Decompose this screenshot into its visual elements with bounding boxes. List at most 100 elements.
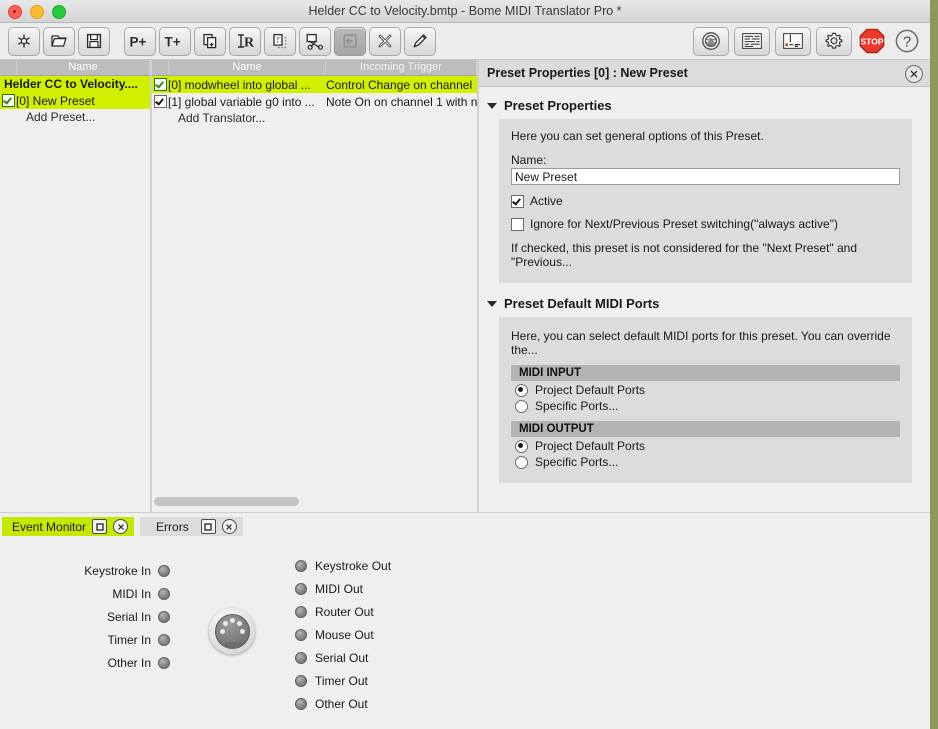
- tab-event-monitor-label: Event Monitor: [12, 519, 87, 534]
- translator-row-label-1: [1] global variable g0 into ...: [168, 94, 315, 109]
- main-toolbar: P+ T+ R STOP ?: [0, 23, 930, 60]
- properties-panel: Preset Properties [0] : New Preset Prese…: [479, 60, 930, 512]
- midi-input-radio-1[interactable]: [515, 399, 528, 413]
- midi-input-option-0[interactable]: Project Default Ports: [511, 381, 900, 397]
- monitor-icon: [783, 33, 803, 49]
- paste-button[interactable]: [334, 26, 366, 56]
- project-row[interactable]: Helder CC to Velocity....: [0, 76, 150, 92]
- properties-close-button[interactable]: [905, 65, 923, 83]
- insert-rule-button[interactable]: R: [229, 26, 261, 56]
- maximize-window-button[interactable]: [52, 5, 66, 19]
- presets-col-name[interactable]: Name: [17, 60, 150, 75]
- indicator-mouse-out: Mouse Out: [295, 623, 495, 646]
- led-timer-in: [158, 633, 170, 646]
- midi-ports-button[interactable]: [693, 26, 729, 56]
- open-project-button[interactable]: [43, 26, 75, 56]
- minimize-window-button[interactable]: [30, 5, 44, 19]
- bottom-tabbar: Event Monitor Errors: [0, 513, 930, 537]
- midi-output-option-1[interactable]: Specific Ports...: [511, 453, 900, 469]
- delete-button[interactable]: [369, 26, 401, 56]
- indicator-keystroke-in-label: Keystroke In: [84, 563, 151, 578]
- event-monitor-close-button[interactable]: [113, 519, 129, 534]
- translator-row-0[interactable]: [0] modwheel into global ... Control Cha…: [152, 76, 477, 93]
- midi-input-label-0: Project Default Ports: [535, 383, 646, 397]
- event-monitor-float-button[interactable]: [92, 519, 108, 534]
- presets-column-header: Name: [0, 60, 150, 76]
- errors-close-button[interactable]: [221, 519, 237, 534]
- scrollbar-thumb[interactable]: [154, 497, 299, 506]
- led-other-in: [158, 656, 170, 669]
- toolbar-right-group: STOP ?: [693, 26, 922, 56]
- preset-ignore-checkbox[interactable]: [511, 217, 524, 231]
- translators-col-check[interactable]: [152, 60, 169, 75]
- translator-enabled-checkbox-1[interactable]: [152, 95, 168, 108]
- indicator-other-in: Other In: [0, 651, 170, 674]
- presets-panel: Name Helder CC to Velocity.... [0] New P…: [0, 60, 152, 512]
- settings-button[interactable]: [816, 26, 852, 56]
- section-preset-properties-box: Here you can set general options of this…: [499, 119, 912, 283]
- midi-output-band: MIDI OUTPUT: [511, 421, 900, 437]
- tab-event-monitor[interactable]: Event Monitor: [2, 517, 135, 536]
- preset-active-row[interactable]: Active: [511, 194, 900, 208]
- indicator-midi-in-label: MIDI In: [112, 586, 151, 601]
- preset-active-checkbox[interactable]: [511, 194, 524, 208]
- midi-output-option-0[interactable]: Project Default Ports: [511, 437, 900, 453]
- pencil-icon: [413, 34, 427, 48]
- add-translator-row[interactable]: Add Translator...: [152, 110, 477, 127]
- midi-input-option-1[interactable]: Specific Ports...: [511, 397, 900, 413]
- section-midi-ports-header[interactable]: Preset Default MIDI Ports: [479, 293, 930, 317]
- section-preset-properties-header[interactable]: Preset Properties: [479, 95, 930, 119]
- main-content-area: Name Helder CC to Velocity.... [0] New P…: [0, 60, 930, 512]
- preset-ignore-row[interactable]: Ignore for Next/Previous Preset switchin…: [511, 217, 900, 231]
- midi-output-radio-1[interactable]: [515, 455, 528, 469]
- tab-errors[interactable]: Errors: [140, 517, 243, 536]
- insert-rule-icon: R: [238, 34, 255, 50]
- duplicate-button[interactable]: [194, 26, 226, 56]
- indicator-midi-out: MIDI Out: [295, 577, 495, 600]
- errors-float-button[interactable]: [200, 519, 216, 534]
- preset-enabled-checkbox-0[interactable]: [0, 94, 16, 107]
- indicator-serial-in-label: Serial In: [106, 609, 151, 624]
- chevron-down-icon[interactable]: [487, 102, 497, 109]
- translators-horizontal-scrollbar[interactable]: [154, 497, 472, 506]
- chevron-down-icon[interactable]: [487, 300, 497, 307]
- edit-button[interactable]: [404, 26, 436, 56]
- add-preset-row[interactable]: Add Preset...: [0, 109, 150, 126]
- presets-col-check[interactable]: [0, 60, 17, 75]
- preset-row-label-0: [0] New Preset: [16, 93, 95, 108]
- tab-errors-label: Errors: [156, 519, 189, 534]
- midi-input-radio-0[interactable]: [515, 383, 528, 397]
- section-midi-ports-title: Preset Default MIDI Ports: [504, 296, 660, 311]
- led-midi-out: [295, 582, 307, 595]
- add-preset-button[interactable]: P+: [124, 26, 156, 56]
- maximize-icon: [204, 522, 212, 531]
- close-icon: [226, 523, 233, 530]
- help-button[interactable]: ?: [892, 28, 922, 55]
- add-translator-button[interactable]: T+: [159, 26, 191, 56]
- ports-description: Here, you can select default MIDI ports …: [511, 329, 891, 357]
- translators-col-name[interactable]: Name: [169, 60, 326, 75]
- window-controls: [8, 5, 66, 19]
- log-window-button[interactable]: [734, 26, 770, 56]
- copy-button[interactable]: [264, 26, 296, 56]
- midi-input-label-1: Specific Ports...: [535, 399, 619, 413]
- led-keystroke-out: [295, 559, 307, 572]
- asterisk-icon: [18, 34, 30, 48]
- translator-enabled-checkbox-0[interactable]: [152, 78, 168, 91]
- preset-active-label: Active: [530, 194, 563, 208]
- translators-col-trigger[interactable]: Incoming Trigger: [326, 60, 477, 75]
- translator-row-1[interactable]: [1] global variable g0 into ... Note On …: [152, 93, 477, 110]
- monitor-button[interactable]: [775, 26, 811, 56]
- cut-button[interactable]: [299, 26, 331, 56]
- preset-name-input[interactable]: [511, 168, 900, 185]
- stop-button[interactable]: STOP: [857, 28, 887, 55]
- close-window-button[interactable]: [8, 5, 22, 19]
- properties-title-bar: Preset Properties [0] : New Preset: [479, 60, 930, 87]
- midi-output-radio-0[interactable]: [515, 439, 528, 453]
- led-serial-out: [295, 651, 307, 664]
- new-project-button[interactable]: [8, 26, 40, 56]
- indicator-keystroke-out-label: Keystroke Out: [315, 558, 392, 573]
- save-project-button[interactable]: [78, 26, 110, 56]
- preset-row-0[interactable]: [0] New Preset: [0, 92, 150, 109]
- preset-description: Here you can set general options of this…: [511, 129, 764, 143]
